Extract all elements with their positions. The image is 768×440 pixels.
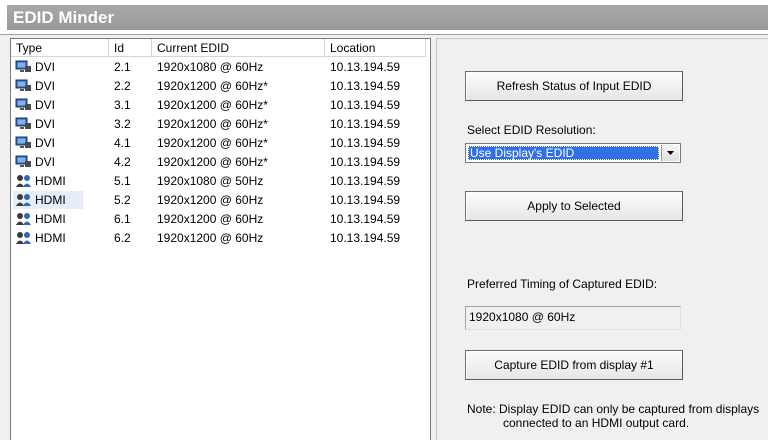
cell-type-label: DVI [35,79,56,93]
cell-type-label: HDMI [35,231,66,245]
cell-current-edid: 1920x1200 @ 60Hz* [157,155,268,169]
cell-type-label: DVI [35,60,56,74]
column-header-current-edid[interactable]: Current EDID [152,39,325,57]
hdmi-users-icon [15,212,32,226]
table-row[interactable]: HDMI 6.1 1920x1200 @ 60Hz 10.13.194.59 [11,210,430,228]
cell-location: 10.13.194.59 [330,155,401,169]
cell-type-label: DVI [35,136,56,150]
column-header-id[interactable]: Id [109,39,152,57]
table-row[interactable]: HDMI 6.2 1920x1200 @ 60Hz 10.13.194.59 [11,229,430,247]
cell-current-edid: 1920x1200 @ 60Hz [157,231,264,245]
cell-current-edid: 1920x1200 @ 60Hz* [157,79,268,93]
cell-current-edid: 1920x1200 @ 60Hz [157,193,264,207]
table-row[interactable]: HDMI 5.2 1920x1200 @ 60Hz 10.13.194.59 [11,191,430,209]
edid-resolution-dropdown[interactable]: Use Display's EDID [465,143,681,163]
cell-location: 10.13.194.59 [330,212,401,226]
cell-type: DVI [13,77,83,95]
cell-current-edid: 1920x1200 @ 60Hz* [157,136,268,150]
cell-type-label: DVI [35,155,56,169]
cell-id: 5.1 [114,174,131,188]
cell-location: 10.13.194.59 [330,193,401,207]
cell-location: 10.13.194.59 [330,136,401,150]
table-row[interactable]: HDMI 5.1 1920x1080 @ 50Hz 10.13.194.59 [11,172,430,190]
hdmi-users-icon [15,174,32,188]
dvi-monitor-icon [15,98,32,112]
table-row[interactable]: DVI 3.2 1920x1200 @ 60Hz* 10.13.194.59 [11,115,430,133]
select-resolution-label: Select EDID Resolution: [467,123,596,137]
cell-location: 10.13.194.59 [330,117,401,131]
title-bar: EDID Minder [0,0,768,35]
cell-type-label: DVI [35,117,56,131]
cell-type: DVI [13,58,83,76]
cell-location: 10.13.194.59 [330,231,401,245]
cell-type-label: HDMI [35,193,66,207]
cell-type: DVI [13,96,83,114]
dropdown-selected-value: Use Display's EDID [468,146,659,160]
cell-id: 3.2 [114,117,131,131]
cell-id: 2.1 [114,60,131,74]
device-list[interactable]: Type Id Current EDID Location DVI 2.1 1920… [10,38,431,440]
capture-edid-button[interactable]: Capture EDID from display #1 [465,350,683,380]
cell-id: 2.2 [114,79,131,93]
cell-id: 4.1 [114,136,131,150]
cell-id: 6.2 [114,231,131,245]
table-row[interactable]: DVI 2.1 1920x1080 @ 60Hz 10.13.194.59 [11,58,430,76]
table-row[interactable]: DVI 4.2 1920x1200 @ 60Hz* 10.13.194.59 [11,153,430,171]
cell-current-edid: 1920x1080 @ 50Hz [157,174,264,188]
cell-type: HDMI [13,229,83,247]
chevron-down-icon[interactable] [661,145,679,161]
cell-type-label: DVI [35,98,56,112]
cell-type: DVI [13,153,83,171]
cell-location: 10.13.194.59 [330,60,401,74]
cell-current-edid: 1920x1200 @ 60Hz* [157,117,268,131]
cell-type: HDMI [13,210,83,228]
control-panel: Refresh Status of Input EDID Select EDID… [436,38,768,440]
table-row[interactable]: DVI 2.2 1920x1200 @ 60Hz* 10.13.194.59 [11,77,430,95]
table-row[interactable]: DVI 4.1 1920x1200 @ 60Hz* 10.13.194.59 [11,134,430,152]
hdmi-users-icon [15,193,32,207]
cell-id: 4.2 [114,155,131,169]
cell-type: DVI [13,115,83,133]
app-title: EDID Minder [13,8,115,27]
hdmi-users-icon [15,231,32,245]
preferred-timing-field: 1920x1080 @ 60Hz [465,306,681,330]
cell-current-edid: 1920x1200 @ 60Hz [157,212,264,226]
cell-type: HDMI [13,172,83,190]
note-line-1: Note: Display EDID can only be captured … [467,402,760,416]
cell-location: 10.13.194.59 [330,79,401,93]
cell-type: DVI [13,134,83,152]
preferred-timing-label: Preferred Timing of Captured EDID: [467,277,658,291]
dvi-monitor-icon [15,79,32,93]
column-header-type[interactable]: Type [11,39,109,57]
capture-note: Note: Display EDID can only be captured … [467,402,767,430]
cell-id: 3.1 [114,98,131,112]
dvi-monitor-icon [15,136,32,150]
dvi-monitor-icon [15,155,32,169]
dvi-monitor-icon [15,60,32,74]
title-band: EDID Minder [7,5,768,30]
cell-current-edid: 1920x1080 @ 60Hz [157,60,264,74]
refresh-status-button[interactable]: Refresh Status of Input EDID [465,71,683,101]
cell-type-label: HDMI [35,212,66,226]
column-header-location[interactable]: Location [325,39,426,57]
cell-type: HDMI [13,191,83,209]
cell-current-edid: 1920x1200 @ 60Hz* [157,98,268,112]
cell-id: 5.2 [114,193,131,207]
table-row[interactable]: DVI 3.1 1920x1200 @ 60Hz* 10.13.194.59 [11,96,430,114]
apply-to-selected-button[interactable]: Apply to Selected [465,191,683,221]
cell-location: 10.13.194.59 [330,174,401,188]
dvi-monitor-icon [15,117,32,131]
note-line-2: connected to an HDMI output card. [503,416,690,430]
cell-id: 6.1 [114,212,131,226]
cell-location: 10.13.194.59 [330,98,401,112]
table-header: Type Id Current EDID Location [11,39,430,58]
cell-type-label: HDMI [35,174,66,188]
